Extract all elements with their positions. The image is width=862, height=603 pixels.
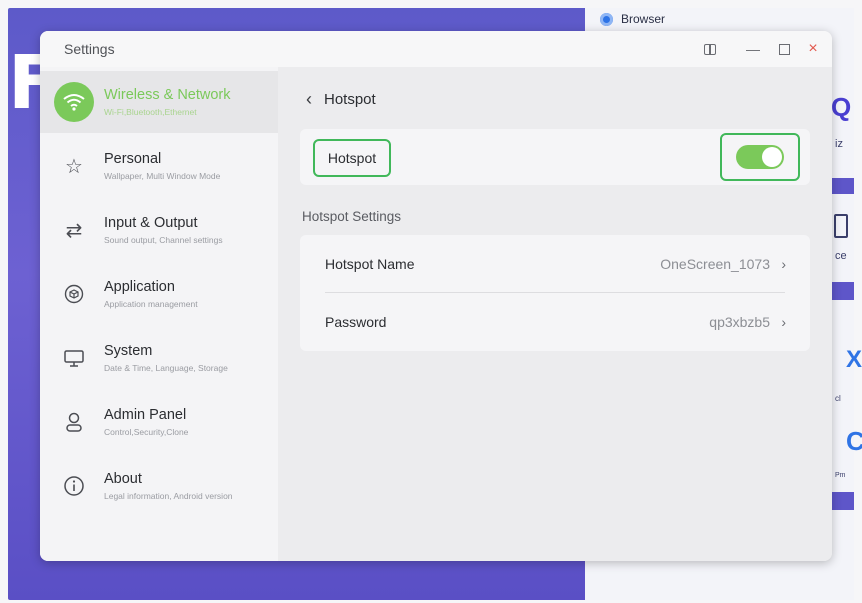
sidebar-item-application[interactable]: Application Application management	[40, 263, 278, 325]
browser-icon	[600, 12, 613, 26]
split-view-button[interactable]	[700, 39, 720, 59]
user-icon	[54, 402, 94, 442]
sidebar-item-label: System	[104, 342, 153, 359]
sidebar: Wireless & Network Wi-Fi,Bluetooth,Ether…	[40, 67, 278, 561]
sidebar-item-label: Input & Output	[104, 214, 198, 231]
browser-tab[interactable]: Browser	[600, 8, 665, 30]
setting-value: qp3xbzb5	[709, 314, 770, 330]
edge-text: cl	[835, 394, 841, 403]
hotspot-name-row[interactable]: Hotspot Name OneScreen_1073 ›	[300, 235, 810, 293]
wifi-icon	[54, 82, 94, 122]
edge-text: iz	[835, 138, 843, 150]
sidebar-item-sub: Legal information, Android version	[104, 490, 233, 501]
info-icon	[54, 466, 94, 506]
sidebar-item-wireless-network[interactable]: Wireless & Network Wi-Fi,Bluetooth,Ether…	[40, 71, 278, 133]
edge-c-icon: C	[846, 426, 862, 456]
maximize-button[interactable]	[774, 39, 794, 59]
password-row[interactable]: Password qp3xbzb5 ›	[300, 293, 810, 351]
sidebar-item-sub: Wallpaper, Multi Window Mode	[104, 170, 221, 181]
split-view-icon	[704, 43, 716, 55]
chevron-left-icon: ‹	[306, 89, 312, 109]
sidebar-item-input-output[interactable]: ⇄ Input & Output Sound output, Channel s…	[40, 199, 278, 261]
close-button[interactable]: ×	[803, 39, 823, 59]
star-icon: ☆	[65, 155, 83, 178]
sidebar-item-sub: Date & Time, Language, Storage	[104, 362, 228, 373]
sidebar-item-label: Wireless & Network	[104, 86, 231, 103]
edge-strip	[832, 282, 854, 300]
sidebar-item-sub: Wi-Fi,Bluetooth,Ethernet	[104, 106, 197, 117]
chevron-right-icon: ›	[781, 314, 786, 330]
swap-arrows-icon: ⇄	[65, 219, 83, 242]
cube-icon	[54, 274, 94, 314]
setting-label: Hotspot Name	[325, 256, 415, 272]
hotspot-settings-card: Hotspot Name OneScreen_1073 › Password q…	[300, 235, 810, 351]
back-button[interactable]: ‹ Hotspot	[306, 89, 376, 110]
content-pane: ‹ Hotspot Hotspot Hotspot Settings Hotsp…	[278, 67, 832, 561]
page-title: Hotspot	[324, 91, 376, 108]
hotspot-toggle-label: Hotspot	[313, 139, 391, 177]
edge-text: Pm	[835, 472, 846, 479]
toggle-knob	[762, 147, 782, 167]
edge-x-icon: X	[846, 346, 862, 373]
window-title: Settings	[64, 41, 115, 57]
sidebar-item-label: Admin Panel	[104, 406, 187, 423]
edge-text: ce	[835, 250, 847, 262]
edge-strip	[832, 492, 854, 510]
browser-tab-label: Browser	[621, 12, 666, 26]
chevron-right-icon: ›	[781, 256, 786, 272]
sidebar-item-about[interactable]: About Legal information, Android version	[40, 455, 278, 517]
sidebar-item-sub: Sound output, Channel settings	[104, 234, 223, 245]
monitor-icon	[54, 338, 94, 378]
sidebar-item-admin-panel[interactable]: Admin Panel Control,Security,Clone	[40, 391, 278, 453]
edge-strip	[832, 178, 854, 194]
sidebar-item-label: Application	[104, 278, 175, 295]
sidebar-item-sub: Control,Security,Clone	[104, 426, 189, 437]
title-bar[interactable]: Settings — ×	[40, 31, 832, 67]
sidebar-item-personal[interactable]: ☆ Personal Wallpaper, Multi Window Mode	[40, 135, 278, 197]
settings-window: Settings — × Wireless & Network Wi-Fi,Bl…	[40, 31, 832, 561]
minimize-button[interactable]: —	[743, 39, 763, 59]
section-title: Hotspot Settings	[302, 209, 402, 224]
hotspot-toggle-card: Hotspot	[300, 129, 810, 185]
sidebar-item-label: Personal	[104, 150, 162, 167]
setting-value: OneScreen_1073	[660, 256, 770, 272]
hotspot-toggle-switch[interactable]	[736, 145, 784, 169]
sidebar-item-system[interactable]: System Date & Time, Language, Storage	[40, 327, 278, 389]
maximize-icon	[778, 43, 790, 55]
edge-box-icon	[834, 214, 848, 238]
hotspot-toggle-highlight[interactable]	[720, 133, 800, 181]
edge-q-glyph: Q	[831, 92, 852, 122]
sidebar-item-sub: Application management	[104, 298, 198, 309]
setting-label: Password	[325, 314, 387, 330]
sidebar-item-label: About	[104, 470, 142, 487]
